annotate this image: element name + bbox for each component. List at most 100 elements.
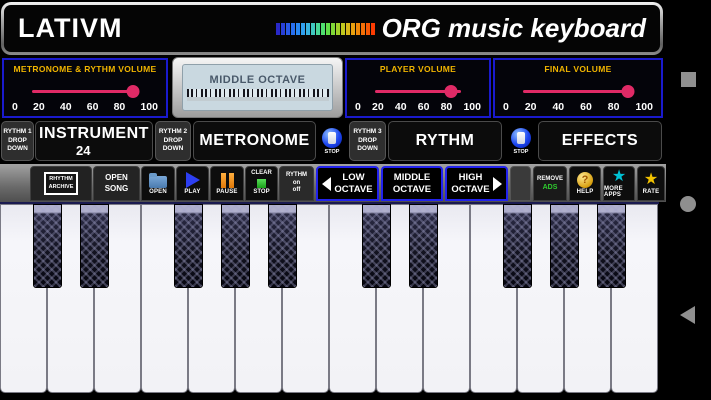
help-button[interactable]: ? HELP bbox=[569, 166, 601, 201]
pause-button[interactable]: PAUSE bbox=[210, 166, 244, 201]
title-bar: LATIVM ORG music keyboard bbox=[1, 2, 663, 55]
rythm-button[interactable]: RYTHM bbox=[388, 121, 502, 161]
rhythm-archive-box: RHYTHM ARCHIVE bbox=[43, 171, 79, 196]
dropdown-line: DOWN bbox=[357, 145, 378, 153]
low-octave-button[interactable]: LOW OCTAVE bbox=[316, 166, 379, 201]
tick: 80 bbox=[113, 101, 126, 113]
metronome-volume-label: METRONOME & RYTHM VOLUME bbox=[13, 64, 157, 74]
archive-line: ARCHIVE bbox=[48, 183, 74, 190]
rythm2-dropdown-button[interactable]: RYTHM 2 DROP DOWN bbox=[155, 121, 191, 161]
tick: 60 bbox=[580, 101, 592, 113]
remove-label: REMOVE bbox=[536, 176, 563, 183]
stop-icon bbox=[511, 127, 531, 148]
slider-knob[interactable] bbox=[126, 85, 140, 98]
recents-icon[interactable] bbox=[681, 72, 696, 87]
effects-label: EFFECTS bbox=[561, 132, 639, 149]
black-key[interactable] bbox=[502, 204, 532, 288]
black-key[interactable] bbox=[267, 204, 297, 288]
rythm-stop-button[interactable]: STOP bbox=[506, 121, 536, 161]
stop-square-icon bbox=[257, 179, 266, 188]
play-button[interactable]: PLAY bbox=[176, 166, 209, 201]
org-music-keyboard-app: LATIVM ORG music keyboard METRONOME & RY… bbox=[0, 0, 711, 400]
lcd-octave-text: MIDDLE OCTAVE bbox=[209, 74, 306, 86]
pause-label: PAUSE bbox=[216, 188, 238, 195]
middle-octave-button[interactable]: MIDDLE OCTAVE bbox=[381, 166, 443, 201]
rate-star-icon: ★ bbox=[643, 171, 659, 188]
clear-label: CLEAR bbox=[251, 170, 272, 177]
dropdown-line: DROP bbox=[163, 136, 183, 144]
black-key[interactable] bbox=[408, 204, 438, 288]
high-octave-button[interactable]: HIGH OCTAVE bbox=[445, 166, 508, 201]
rythm3-dropdown-button[interactable]: RYTHM 3 DROP DOWN bbox=[349, 121, 386, 161]
more-apps-star-icon: ★ bbox=[611, 168, 627, 185]
high-octave-label: HIGH OCTAVE bbox=[451, 172, 490, 195]
metronome-volume-scale: 0 20 40 60 80 100 bbox=[12, 101, 158, 113]
tick: 60 bbox=[417, 101, 430, 113]
metronome-stop-button[interactable]: STOP bbox=[317, 121, 347, 161]
octave-lcd-display: MIDDLE OCTAVE bbox=[172, 57, 343, 118]
open-song-label: OPEN SONG bbox=[104, 173, 129, 193]
metronome-volume-panel: METRONOME & RYTHM VOLUME 0 20 40 60 80 1… bbox=[2, 58, 168, 118]
black-key[interactable] bbox=[79, 204, 109, 288]
slider-knob[interactable] bbox=[444, 85, 458, 98]
slider-track bbox=[32, 90, 138, 93]
metronome-button[interactable]: METRONOME bbox=[193, 121, 316, 161]
app-title: ORG music keyboard bbox=[381, 13, 646, 43]
folder-icon bbox=[149, 172, 167, 188]
back-icon[interactable] bbox=[680, 306, 695, 324]
black-key[interactable] bbox=[32, 204, 62, 288]
player-volume-slider[interactable] bbox=[375, 84, 461, 98]
app-name: LATIVM bbox=[18, 13, 123, 43]
more-apps-label: MORE APPS bbox=[604, 186, 623, 198]
slider-knob[interactable] bbox=[621, 85, 634, 98]
remove-ads-button[interactable]: REMOVE ADS bbox=[533, 166, 567, 201]
stop-label: STOP bbox=[324, 148, 340, 155]
black-key[interactable] bbox=[220, 204, 250, 288]
tick: 20 bbox=[524, 101, 537, 113]
right-arrow-icon bbox=[492, 176, 502, 191]
tick: 60 bbox=[86, 101, 99, 113]
black-key[interactable] bbox=[596, 204, 626, 288]
tick: 100 bbox=[635, 101, 653, 113]
rythm-on-off-button[interactable]: RYTHM on off bbox=[279, 166, 314, 201]
dropdown-line: DROP bbox=[8, 136, 27, 144]
clear-stop-button[interactable]: CLEAR STOP bbox=[245, 166, 278, 201]
black-key[interactable] bbox=[549, 204, 579, 288]
mini-keyboard-icon bbox=[186, 89, 329, 101]
rythm-label: RYTHM bbox=[415, 132, 475, 149]
tick: 0 bbox=[355, 101, 361, 113]
tick: 0 bbox=[12, 101, 18, 113]
tick: 80 bbox=[607, 101, 620, 113]
instrument-button[interactable]: INSTRUMENT 24 bbox=[35, 121, 153, 161]
pause-icon bbox=[220, 172, 234, 188]
open-song-button[interactable]: OPEN SONG bbox=[93, 166, 140, 201]
rate-button[interactable]: ★ RATE bbox=[637, 166, 665, 201]
black-key[interactable] bbox=[361, 204, 391, 288]
effects-button[interactable]: EFFECTS bbox=[538, 121, 662, 161]
home-icon[interactable] bbox=[680, 196, 696, 212]
player-volume-panel: PLAYER VOLUME 0 20 40 60 80 100 bbox=[345, 58, 491, 118]
rythm1-dropdown-button[interactable]: RYTHM 1 DROP DOWN bbox=[1, 121, 34, 161]
final-volume-label: FINAL VOLUME bbox=[544, 64, 612, 74]
more-apps-button[interactable]: ★ MORE APPS bbox=[603, 166, 635, 201]
dropdown-line: DOWN bbox=[7, 145, 28, 153]
rhythm-archive-button[interactable]: RHYTHM ARCHIVE bbox=[30, 166, 92, 201]
open-label: OPEN bbox=[149, 188, 167, 195]
play-icon bbox=[185, 172, 200, 188]
rythm-onoff-line: off bbox=[292, 187, 301, 194]
tick: 40 bbox=[552, 101, 565, 113]
archive-line: RHYTHM bbox=[49, 175, 73, 182]
final-volume-panel: FINAL VOLUME 0 20 40 60 80 100 bbox=[493, 58, 663, 118]
tick: 80 bbox=[440, 101, 453, 113]
blank-button[interactable] bbox=[510, 166, 531, 201]
final-volume-slider[interactable] bbox=[523, 84, 634, 98]
player-volume-label: PLAYER VOLUME bbox=[379, 64, 457, 74]
tick: 100 bbox=[140, 101, 158, 113]
middle-octave-label: MIDDLE OCTAVE bbox=[392, 172, 432, 195]
low-octave-label: LOW OCTAVE bbox=[334, 172, 373, 195]
black-key[interactable] bbox=[173, 204, 203, 288]
metronome-volume-slider[interactable] bbox=[32, 84, 140, 98]
stop-icon bbox=[322, 127, 342, 148]
open-button[interactable]: OPEN bbox=[141, 166, 175, 201]
tick: 40 bbox=[59, 101, 72, 113]
